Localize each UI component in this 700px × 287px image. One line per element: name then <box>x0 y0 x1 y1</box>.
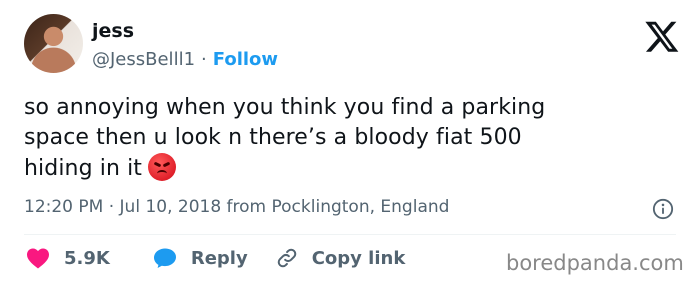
tweet-line: so annoying when you think you find a pa… <box>24 95 546 120</box>
handle-row: @JessBelll1 · Follow <box>92 49 278 70</box>
reply-bubble-icon <box>153 248 176 268</box>
angry-face-icon <box>148 153 177 181</box>
watermark: boredpanda.com <box>506 251 684 275</box>
tweet-line-last: hiding in it <box>24 153 674 184</box>
tweet-line: space then u look n there’s a bloody fia… <box>24 125 522 150</box>
author-handle[interactable]: @JessBelll1 <box>92 49 195 70</box>
action-bar: 5.9K Reply Copy link <box>26 247 405 269</box>
follow-button[interactable]: Follow <box>213 49 278 70</box>
author-name[interactable]: jess <box>92 20 134 42</box>
tweet-timestamp[interactable]: 12:20 PM · Jul 10, 2018 from Pocklington… <box>24 197 449 217</box>
copy-link-label: Copy link <box>311 247 406 269</box>
separator-dot: · <box>201 49 207 70</box>
like-count: 5.9K <box>64 247 110 269</box>
divider <box>24 234 676 235</box>
tweet-line-text: hiding in it <box>24 156 143 181</box>
link-icon <box>277 248 296 268</box>
info-icon[interactable] <box>652 198 674 220</box>
reply-label: Reply <box>190 247 248 269</box>
x-logo-icon[interactable] <box>644 18 680 54</box>
copy-link-button[interactable]: Copy link <box>276 247 406 269</box>
like-button[interactable]: 5.9K <box>26 247 110 269</box>
heart-icon <box>27 248 49 269</box>
tweet-text: so annoying when you think you find a pa… <box>24 93 674 184</box>
avatar[interactable] <box>24 14 83 73</box>
reply-button[interactable]: Reply <box>153 247 248 269</box>
